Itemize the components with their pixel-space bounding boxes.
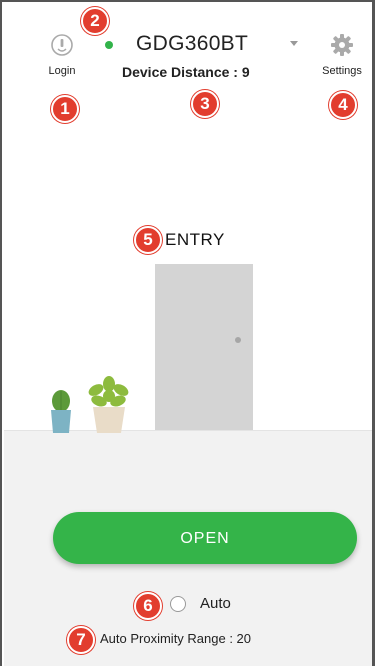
callout-6: 6 (134, 592, 162, 620)
device-name: GDG360BT (136, 32, 249, 55)
open-button[interactable]: OPEN (53, 512, 357, 564)
callout-2: 2 (81, 7, 109, 35)
entry-label: ENTRY (165, 230, 225, 249)
login-button[interactable]: Login (36, 32, 88, 77)
callout-4: 4 (329, 91, 357, 119)
device-selector[interactable]: GDG360BT (102, 32, 312, 60)
callout-5: 5 (134, 226, 162, 254)
settings-label: Settings (322, 65, 362, 77)
auto-proximity-range: Auto Proximity Range : 20 (100, 631, 252, 646)
settings-button[interactable]: Settings (310, 32, 372, 77)
cactus-illustration (51, 390, 71, 433)
door-knob (235, 337, 241, 343)
auto-label: Auto (200, 595, 231, 612)
callout-7: 7 (67, 626, 95, 654)
gear-icon (329, 34, 355, 62)
door-image (155, 264, 253, 430)
callout-1: 1 (51, 95, 79, 123)
callout-3: 3 (191, 90, 219, 118)
potted-plant-illustration (88, 376, 129, 433)
chevron-down-icon[interactable] (290, 41, 298, 46)
device-distance: Device Distance : 9 (122, 64, 250, 80)
login-icon (49, 34, 75, 62)
connection-status-dot (105, 41, 113, 49)
app-screen: Login GDG360BT Device Distance : 9 Setti… (0, 0, 375, 666)
auto-radio[interactable] (170, 596, 186, 612)
login-label: Login (48, 65, 76, 77)
